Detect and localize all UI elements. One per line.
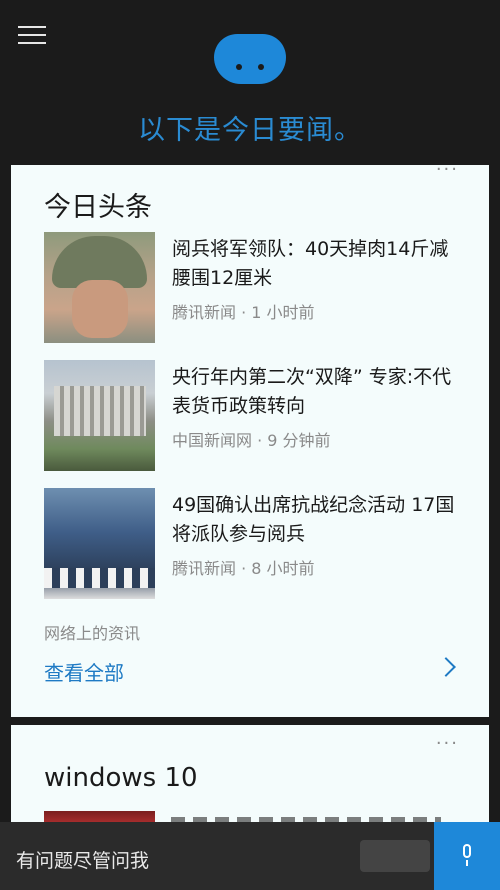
microphone-icon xyxy=(463,844,471,866)
greeting-title: 以下是今日要闻。 xyxy=(138,115,362,146)
cortana-logo-icon xyxy=(214,34,286,84)
card-title: 今日头条 xyxy=(44,192,152,223)
bottom-search-bar: 有问题尽管问我 xyxy=(0,822,500,890)
microphone-button[interactable] xyxy=(434,822,500,890)
see-all-link[interactable]: 查看全部 xyxy=(44,657,124,686)
source-label: 网络上的资讯 xyxy=(44,624,141,643)
news-headline: 49国确认出席抗战纪念活动 17国将派队参与阅兵 xyxy=(172,494,455,545)
menu-icon[interactable] xyxy=(18,26,46,44)
news-headline: 央行年内第二次“双降” 专家:不代表货币政策转向 xyxy=(172,366,452,417)
watermark xyxy=(360,840,430,872)
news-item[interactable]: 央行年内第二次“双降” 专家:不代表货币政策转向 中国新闻网 · 9 分钟前 xyxy=(44,360,464,488)
news-thumbnail xyxy=(44,360,155,471)
more-options-icon[interactable]: ··· xyxy=(436,161,459,179)
news-meta: 腾讯新闻 · 1 小时前 xyxy=(172,303,315,322)
top-news-card: ··· 今日头条 阅兵将军领队：40天掉肉14斤减腰围12厘米 腾讯新闻 · 1… xyxy=(11,161,489,717)
news-thumbnail xyxy=(44,488,155,599)
news-meta: 腾讯新闻 · 8 小时前 xyxy=(172,559,315,578)
card-title: windows 10 xyxy=(44,763,198,793)
news-thumbnail xyxy=(44,232,155,343)
news-headline: 阅兵将军领队：40天掉肉14斤减腰围12厘米 xyxy=(172,238,449,289)
news-meta: 中国新闻网 · 9 分钟前 xyxy=(172,431,331,450)
news-item[interactable]: 49国确认出席抗战纪念活动 17国将派队参与阅兵 腾讯新闻 · 8 小时前 xyxy=(44,488,464,616)
chevron-right-icon[interactable] xyxy=(439,657,453,679)
more-options-icon[interactable]: ··· xyxy=(436,735,459,753)
news-item[interactable]: 阅兵将军领队：40天掉肉14斤减腰围12厘米 腾讯新闻 · 1 小时前 xyxy=(44,232,464,360)
news-list: 阅兵将军领队：40天掉肉14斤减腰围12厘米 腾讯新闻 · 1 小时前 央行年内… xyxy=(44,232,464,616)
